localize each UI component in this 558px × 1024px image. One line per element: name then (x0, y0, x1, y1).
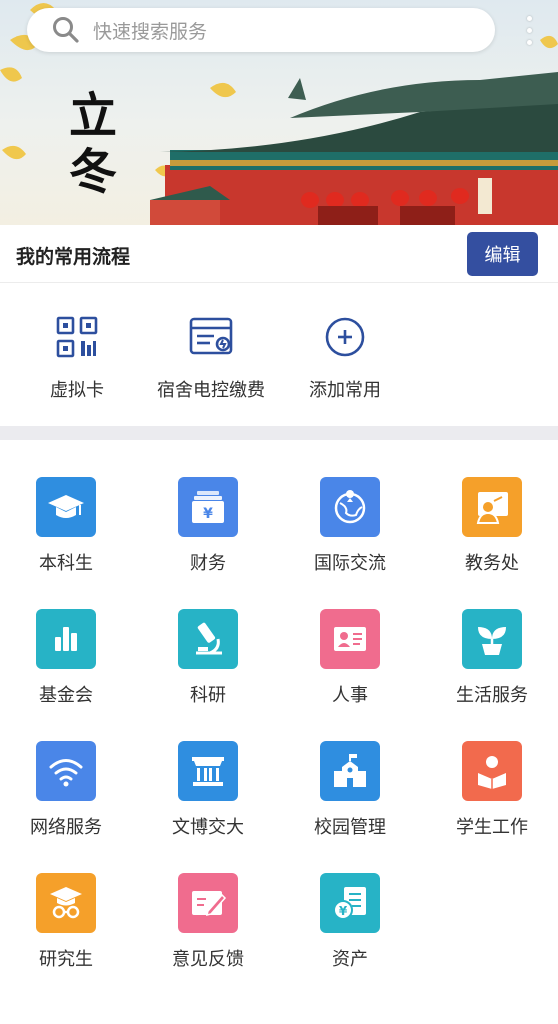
service-label: 基金会 (39, 685, 93, 706)
service-icon-bg (320, 741, 380, 801)
service-icon-bg: ¥ (178, 477, 238, 537)
season-calligraphy: 立冬 (68, 88, 117, 200)
finance-yen-icon: ¥ (192, 491, 224, 523)
service-icon-bg (462, 609, 522, 669)
service-academic-affairs[interactable]: 教务处 (422, 477, 558, 575)
svg-text:¥: ¥ (339, 904, 348, 918)
feedback-pen-icon (192, 891, 227, 917)
wifi-icon (49, 759, 83, 787)
plant-icon (478, 627, 506, 655)
section-divider (0, 426, 558, 440)
service-finance[interactable]: ¥ 财务 (138, 477, 278, 575)
service-icon-bg (462, 741, 522, 801)
section-title: 我的常用流程 (16, 246, 131, 268)
bar-chart-icon (55, 627, 77, 651)
service-label: 网络服务 (30, 817, 102, 838)
service-label: 意见反馈 (172, 949, 244, 970)
id-card-icon (334, 627, 366, 651)
asset-document-icon: ¥ (333, 887, 366, 920)
service-icon-bg (178, 741, 238, 801)
teacher-board-icon (476, 492, 508, 524)
common-item-add[interactable]: 添加常用 (270, 314, 420, 402)
common-item-label: 虚拟卡 (50, 380, 104, 401)
service-label: 国际交流 (314, 553, 386, 574)
common-item-label: 添加常用 (309, 380, 381, 401)
graduation-cap-icon (48, 495, 84, 518)
service-grid: 本科生 ¥ 财务 国际交流 教务处 基金会 科研 人事 生活服务 网络服务 文博… (0, 440, 558, 1024)
service-label: 文博交大 (172, 817, 244, 838)
service-student-affairs[interactable]: 学生工作 (422, 741, 558, 839)
search-bar[interactable]: 快速搜索服务 (27, 8, 495, 52)
museum-icon (192, 757, 224, 786)
service-label: 资产 (332, 949, 368, 970)
search-placeholder[interactable]: 快速搜索服务 (93, 17, 207, 44)
microscope-icon (196, 622, 222, 655)
more-menu-icon[interactable] (522, 12, 536, 48)
service-international[interactable]: 国际交流 (280, 477, 420, 575)
service-icon-bg: ¥ (320, 873, 380, 933)
service-undergraduate[interactable]: 本科生 (0, 477, 136, 575)
service-icon-bg (462, 477, 522, 537)
search-icon (53, 17, 79, 43)
graduate-glasses-icon (50, 887, 82, 919)
service-network[interactable]: 网络服务 (0, 741, 136, 839)
service-icon-bg (36, 741, 96, 801)
service-label: 教务处 (465, 553, 519, 574)
add-circle-icon (325, 317, 365, 357)
service-museum[interactable]: 文博交大 (138, 741, 278, 839)
globe-icon (334, 490, 366, 524)
service-personnel[interactable]: 人事 (280, 609, 420, 707)
service-icon-bg (320, 477, 380, 537)
service-foundation[interactable]: 基金会 (0, 609, 136, 707)
service-graduate[interactable]: 研究生 (0, 873, 136, 971)
service-campus-management[interactable]: 校园管理 (280, 741, 420, 839)
service-label: 学生工作 (456, 817, 528, 838)
service-label: 研究生 (39, 949, 93, 970)
svg-text:¥: ¥ (203, 506, 213, 522)
service-life[interactable]: 生活服务 (422, 609, 558, 707)
service-research[interactable]: 科研 (138, 609, 278, 707)
service-label: 人事 (332, 685, 368, 706)
service-icon-bg (178, 609, 238, 669)
common-item-label: 宿舍电控缴费 (157, 380, 265, 401)
service-icon-bg (178, 873, 238, 933)
service-label: 校园管理 (314, 817, 386, 838)
service-icon-bg (36, 609, 96, 669)
qr-code-icon (56, 316, 98, 358)
service-label: 财务 (190, 553, 226, 574)
service-label: 本科生 (39, 553, 93, 574)
service-assets[interactable]: ¥ 资产 (280, 873, 420, 971)
service-label: 生活服务 (456, 685, 528, 706)
edit-button[interactable]: 编辑 (467, 232, 538, 276)
service-label: 科研 (190, 685, 226, 706)
common-process-list: 虚拟卡 宿舍电控缴费 添加常用 (0, 284, 558, 426)
common-item-virtual-card[interactable]: 虚拟卡 (2, 314, 152, 402)
service-icon-bg (36, 477, 96, 537)
electric-bill-icon (189, 317, 233, 355)
service-feedback[interactable]: 意见反馈 (138, 873, 278, 971)
service-icon-bg (36, 873, 96, 933)
common-item-dorm-electricity[interactable]: 宿舍电控缴费 (136, 314, 286, 402)
service-icon-bg (320, 609, 380, 669)
student-reading-icon (478, 756, 506, 789)
school-building-icon (334, 754, 366, 787)
